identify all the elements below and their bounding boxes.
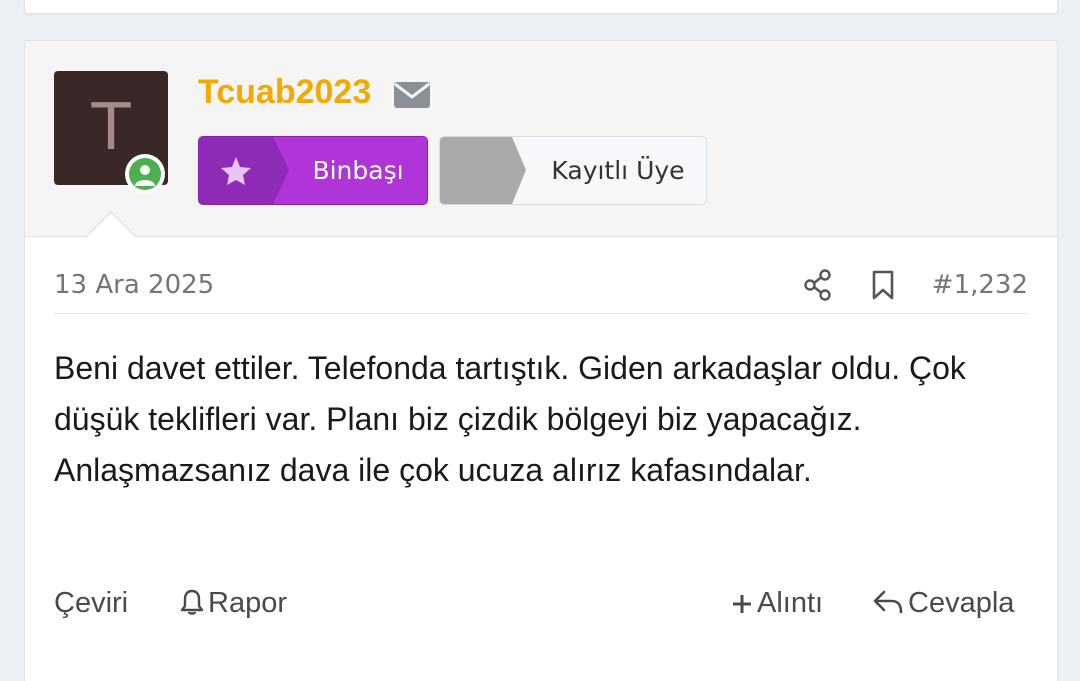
forum-post: T Tcuab2023 Binbaşı Kayıtlı Üye 13 Ara 2… bbox=[24, 40, 1058, 681]
member-badge-label: Kayıtlı Üye bbox=[551, 156, 685, 185]
share-icon[interactable] bbox=[803, 269, 833, 305]
bell-icon bbox=[180, 589, 204, 615]
rank-badge-point bbox=[273, 137, 289, 204]
star-icon bbox=[199, 137, 273, 204]
rank-badge-label: Binbaşı bbox=[312, 156, 404, 185]
previous-post-card bbox=[24, 0, 1058, 14]
post-number-link[interactable]: #1,232 bbox=[932, 270, 1028, 300]
quote-button[interactable]: Alıntı bbox=[731, 587, 823, 620]
divider bbox=[54, 313, 1028, 314]
quote-label: Alıntı bbox=[757, 587, 824, 619]
rank-badge: Binbaşı bbox=[198, 136, 428, 205]
report-label: Rapor bbox=[208, 587, 287, 619]
post-body: Beni davet ettiler. Telefonda tartıştık.… bbox=[54, 350, 966, 488]
online-status-icon bbox=[125, 154, 165, 194]
member-badge-icon bbox=[440, 137, 512, 204]
translate-button[interactable]: Çeviri bbox=[54, 587, 128, 620]
reply-label: Cevapla bbox=[908, 587, 1015, 619]
reply-icon bbox=[873, 590, 903, 614]
translate-label: Çeviri bbox=[54, 587, 129, 619]
header-arrow bbox=[86, 213, 136, 238]
mail-icon[interactable] bbox=[393, 81, 431, 113]
username-link[interactable]: Tcuab2023 bbox=[198, 73, 371, 112]
member-badge-point bbox=[512, 137, 526, 204]
member-badge: Kayıtlı Üye bbox=[439, 136, 707, 205]
bookmark-icon[interactable] bbox=[871, 270, 895, 304]
plus-icon bbox=[733, 595, 751, 613]
reply-button[interactable]: Cevapla bbox=[872, 587, 1014, 620]
report-button[interactable]: Rapor bbox=[180, 587, 287, 620]
post-date[interactable]: 13 Ara 2025 bbox=[54, 270, 214, 300]
